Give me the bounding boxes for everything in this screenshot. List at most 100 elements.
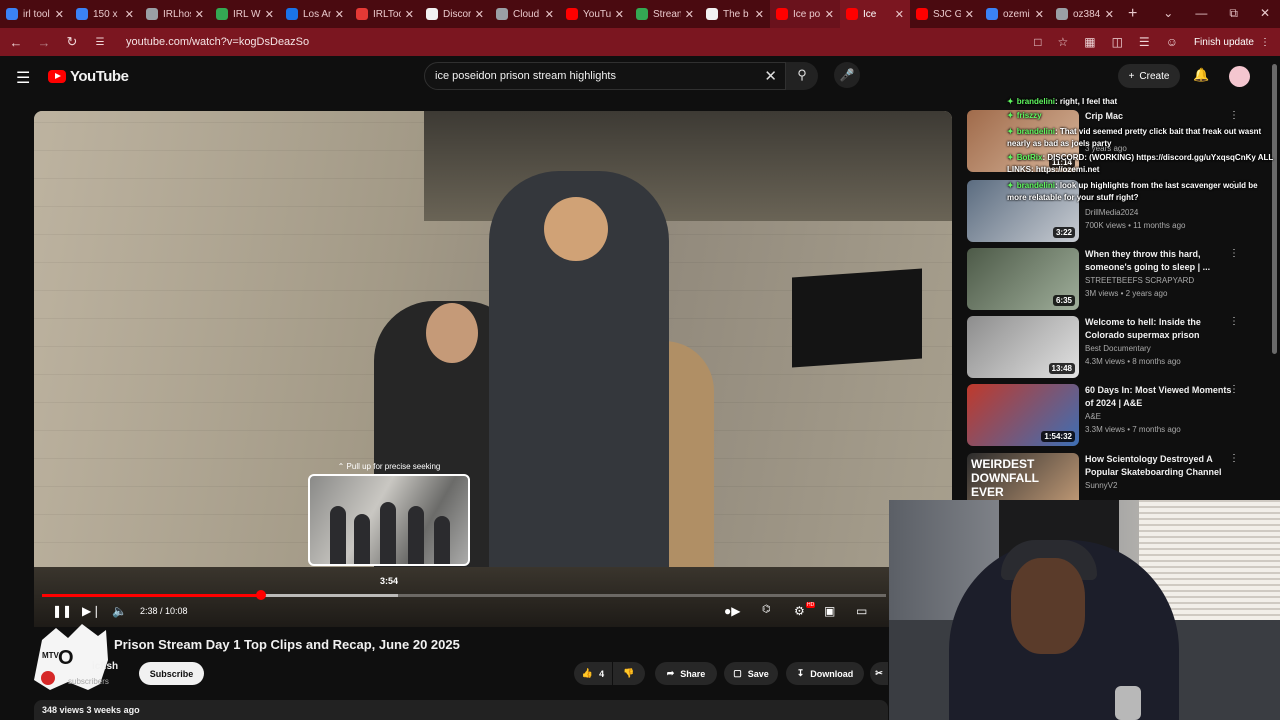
extensions-icon[interactable]: ▦ (1084, 35, 1095, 49)
recommended-video[interactable]: 6:35 When they throw this hard, someone's… (967, 248, 1267, 310)
minimize-icon[interactable]: — (1195, 6, 1207, 21)
forward-icon[interactable]: → (32, 35, 56, 50)
site-info-icon[interactable]: ☰ (88, 37, 112, 48)
pause-icon[interactable]: ❚❚ (52, 604, 72, 618)
browser-tab[interactable]: 150 x ✕ (70, 0, 140, 28)
back-icon[interactable]: ← (4, 35, 28, 50)
recommended-channel[interactable]: A&E (1085, 412, 1101, 421)
tab-close-icon[interactable]: ✕ (405, 8, 414, 21)
browser-tab[interactable]: irl tool ✕ (0, 0, 70, 28)
kebab-menu-icon[interactable]: ⋮ (1229, 453, 1239, 464)
tab-close-icon[interactable]: ✕ (825, 8, 834, 21)
account-avatar[interactable] (1229, 66, 1250, 87)
like-button[interactable]: 👍 4 (574, 662, 612, 685)
video-thumbnail[interactable]: 13:48 (967, 316, 1079, 378)
tab-close-icon[interactable]: ✕ (55, 8, 64, 21)
browser-tab[interactable]: Discor ✕ (420, 0, 490, 28)
tab-close-icon[interactable]: ✕ (545, 8, 554, 21)
tab-label: oz384 (1073, 8, 1101, 20)
search-box[interactable]: ice poseidon prison stream highlights ✕ (424, 62, 786, 90)
chevron-down-icon[interactable]: ⌄ (1163, 6, 1173, 21)
notifications-bell-icon[interactable]: 🔔 (1193, 67, 1209, 83)
tab-close-icon[interactable]: ✕ (1035, 8, 1044, 21)
recommended-video[interactable]: 13:48 Welcome to hell: Inside the Colorad… (967, 316, 1267, 378)
recommended-channel[interactable]: Best Documentary (1085, 344, 1151, 353)
video-description-box[interactable]: 348 views 3 weeks ago (34, 700, 888, 720)
recommended-video[interactable]: 1:54:32 60 Days In: Most Viewed Moments o… (967, 384, 1267, 446)
download-button[interactable]: ↧ Download (786, 662, 864, 685)
browser-tab[interactable]: Ice po ✕ (770, 0, 840, 28)
kebab-menu-icon[interactable]: ⋮ (1229, 316, 1239, 327)
clear-search-icon[interactable]: ✕ (764, 67, 777, 85)
tab-close-icon[interactable]: ✕ (895, 8, 904, 21)
search-icon[interactable]: ⚲ (786, 62, 818, 90)
recommended-channel[interactable]: STREETBEEFS SCRAPYARD (1085, 276, 1194, 285)
browser-tab[interactable]: oz384 ✕ (1050, 0, 1120, 28)
browser-tab[interactable]: The b ✕ (700, 0, 770, 28)
settings-gear-icon[interactable]: ⚙ (794, 604, 805, 618)
hamburger-menu-icon[interactable]: ☰ (16, 68, 30, 88)
restore-icon[interactable]: ⧉ (1229, 6, 1238, 21)
volume-icon[interactable]: 🔈 (112, 604, 127, 618)
tab-close-icon[interactable]: ✕ (335, 8, 344, 21)
browser-tab[interactable]: IRLToo ✕ (350, 0, 420, 28)
video-thumbnail[interactable]: 1:54:32 (967, 384, 1079, 446)
recommended-channel[interactable]: DrillMedia2024 (1085, 208, 1138, 217)
close-window-icon[interactable]: ✕ (1260, 6, 1270, 21)
tab-close-icon[interactable]: ✕ (615, 8, 624, 21)
video-thumbnail[interactable]: 6:35 (967, 248, 1079, 310)
tab-close-icon[interactable]: ✕ (755, 8, 764, 21)
tab-close-icon[interactable]: ✕ (965, 8, 974, 21)
tab-close-icon[interactable]: ✕ (195, 8, 204, 21)
save-button[interactable]: ▢ Save (724, 662, 778, 685)
dislike-button[interactable]: 👎 (613, 662, 645, 685)
microphone-icon[interactable]: 🎤 (834, 62, 860, 88)
autoplay-toggle-icon[interactable]: ●▶ (724, 604, 740, 618)
kebab-menu-icon[interactable]: ⋮ (1229, 384, 1239, 395)
share-button[interactable]: ➦ Share (655, 662, 717, 685)
new-tab-icon[interactable]: + (1128, 5, 1137, 23)
tab-label: Ice (863, 8, 877, 20)
tab-close-icon[interactable]: ✕ (125, 8, 134, 21)
reload-icon[interactable]: ↻ (60, 34, 84, 50)
miniplayer-icon[interactable]: ▣ (824, 604, 835, 618)
bookmark-star-icon[interactable]: ☆ (1057, 35, 1068, 49)
browser-tab[interactable]: ozemi ✕ (980, 0, 1050, 28)
search-input[interactable]: ice poseidon prison stream highlights (435, 70, 616, 82)
theater-mode-icon[interactable]: ▭ (856, 604, 867, 618)
cast-icon[interactable]: □ (1034, 35, 1041, 49)
address-bar-input[interactable]: youtube.com/watch?v=kogDsDeazSo (126, 36, 1034, 48)
browser-tab[interactable]: IRLhos ✕ (140, 0, 210, 28)
sidebar-icon[interactable]: ◫ (1112, 35, 1123, 49)
subscribe-button[interactable]: Subscribe (139, 662, 204, 685)
finish-update-button[interactable]: Finish update ⋮ (1194, 37, 1270, 48)
tab-close-icon[interactable]: ✕ (265, 8, 274, 21)
channel-name[interactable]: icfish (92, 661, 118, 672)
player-controls: ❚❚ ▶❘ 🔈 2:38 / 10:08 ●▶ ⌬ ⚙ HD ▣ ▭ (34, 600, 952, 626)
browser-tab[interactable]: SJC Gi ✕ (910, 0, 980, 28)
profile-icon[interactable]: ☺ (1166, 35, 1178, 49)
video-player[interactable] (34, 111, 952, 627)
scrubber-handle[interactable] (256, 590, 266, 600)
kebab-menu-icon[interactable]: ⋮ (1229, 248, 1239, 259)
media-icon[interactable]: ☰ (1139, 35, 1150, 49)
thumbs-up-icon: 👍 (581, 668, 594, 678)
browser-tab[interactable]: IRL W ✕ (210, 0, 280, 28)
tab-close-icon[interactable]: ✕ (685, 8, 694, 21)
browser-tab[interactable]: Los An ✕ (280, 0, 350, 28)
webcam-overlay (889, 500, 1280, 720)
tab-close-icon[interactable]: ✕ (475, 8, 484, 21)
browser-tab[interactable]: Strean ✕ (630, 0, 700, 28)
browser-tab[interactable]: Ice ✕ (840, 0, 910, 28)
webcam-microphone (1115, 686, 1141, 720)
clip-button[interactable]: ✂ (870, 662, 888, 685)
youtube-logo[interactable]: YouTube (48, 68, 129, 85)
next-icon[interactable]: ▶❘ (82, 604, 101, 618)
browser-tab[interactable]: YouTu ✕ (560, 0, 630, 28)
tab-close-icon[interactable]: ✕ (1105, 8, 1114, 21)
captions-icon[interactable]: ⌬ (762, 604, 771, 615)
create-button[interactable]: + Create (1118, 64, 1180, 88)
chat-message: ✦ BotRix: DISCORD: (WORKING) https://disc… (1007, 152, 1275, 176)
browser-tab[interactable]: Cloud ✕ (490, 0, 560, 28)
recommended-channel[interactable]: SunnyV2 (1085, 481, 1117, 490)
